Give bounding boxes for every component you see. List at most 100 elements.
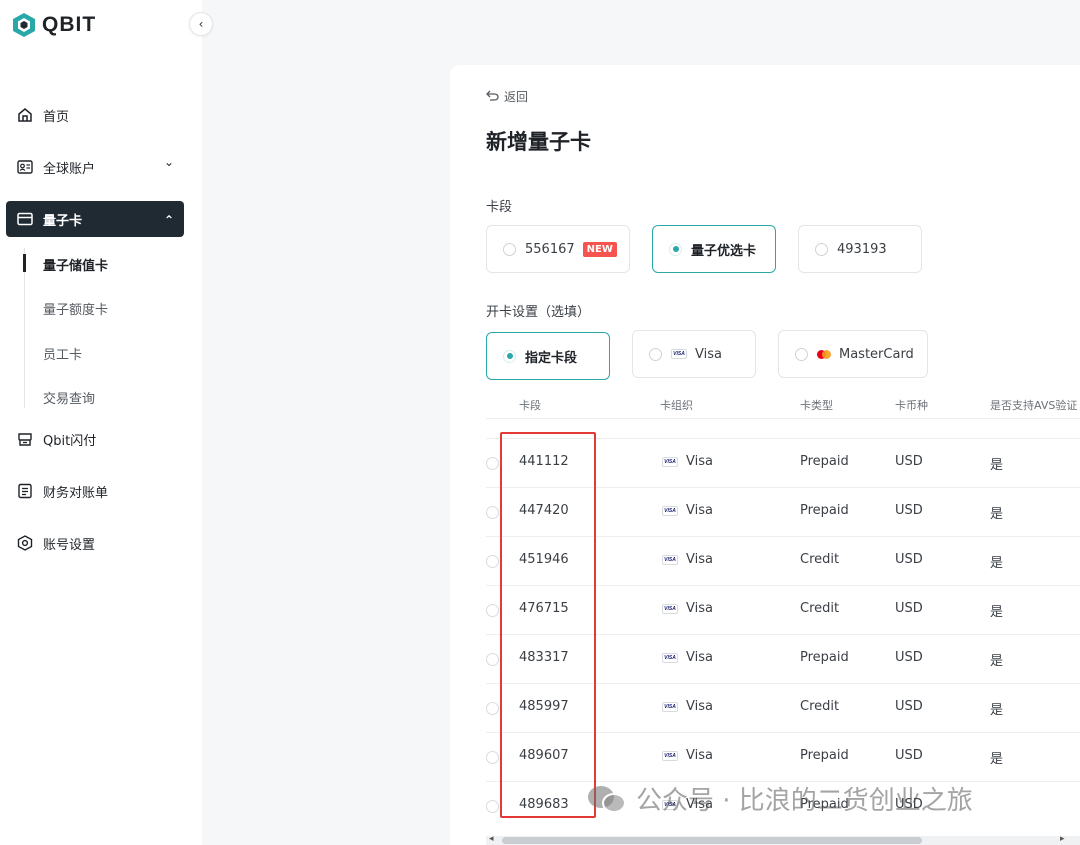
wechat-icon — [588, 783, 628, 815]
segment-option-preferred-card[interactable]: 量子优选卡 — [652, 225, 776, 273]
radio-unchecked — [815, 242, 828, 256]
page-title: 新增量子卡 — [486, 130, 591, 154]
cell-network: Visa — [686, 454, 713, 469]
row-radio[interactable] — [486, 506, 499, 519]
setting-option-mastercard[interactable]: MasterCard — [778, 330, 928, 378]
radio-unchecked — [503, 242, 516, 256]
back-label: 返回 — [504, 90, 529, 104]
cell-type: Credit — [800, 552, 840, 567]
cell-currency: USD — [895, 552, 923, 567]
cell-currency: USD — [895, 699, 923, 714]
submenu-active-marker — [23, 254, 26, 272]
cell-currency: USD — [895, 601, 923, 616]
setting-option-visa[interactable]: VISA Visa — [632, 330, 756, 378]
nav-qbit-quickpay-label: Qbit闪付 — [43, 433, 97, 449]
back-link[interactable]: 返回 — [486, 88, 528, 105]
home-icon — [16, 106, 34, 124]
segment-option-493193[interactable]: 493193 — [798, 225, 922, 273]
nav-qbit-quickpay[interactable]: Qbit闪付 — [6, 421, 184, 457]
row-radio[interactable] — [486, 604, 499, 617]
account-card-icon — [16, 158, 34, 176]
row-radio[interactable] — [486, 555, 499, 568]
col-header-network[interactable]: 卡组织 — [660, 397, 693, 413]
mastercard-logo-icon — [817, 349, 831, 359]
cell-avs: 是 — [990, 703, 1004, 718]
chevron-left-icon: ‹ — [198, 17, 204, 31]
segment-option-label: 量子优选卡 — [691, 243, 757, 259]
segment-option-label: 556167 — [525, 241, 575, 257]
app-logo[interactable]: QBIT — [12, 12, 96, 38]
visa-logo-icon: VISA — [662, 456, 678, 467]
cell-type: Prepaid — [800, 650, 849, 665]
back-arrow-icon — [486, 90, 499, 104]
segment-option-556167[interactable]: 556167 NEW — [486, 225, 630, 273]
row-radio[interactable] — [486, 800, 499, 813]
statement-icon — [16, 482, 34, 500]
logo-text: QBIT — [42, 13, 97, 36]
cell-avs: 是 — [990, 752, 1004, 767]
nav-home[interactable]: 首页 — [6, 97, 184, 133]
cell-currency: USD — [895, 748, 923, 763]
quickpay-icon — [16, 430, 34, 448]
cell-type: Prepaid — [800, 454, 849, 469]
scrollbar-thumb[interactable] — [502, 837, 922, 844]
cell-type: Credit — [800, 699, 840, 714]
setting-option-label: 指定卡段 — [525, 350, 578, 366]
section-label-segment: 卡段 — [486, 200, 513, 215]
sidebar-collapse-button[interactable]: ‹ — [189, 12, 213, 36]
cell-currency: USD — [895, 650, 923, 665]
nav-finance-statement-label: 财务对账单 — [43, 485, 109, 501]
nav-account-settings[interactable]: 账号设置 — [6, 525, 184, 561]
visa-logo-icon: VISA — [662, 554, 678, 565]
nav-home-label: 首页 — [43, 109, 70, 125]
nav-global-account-label: 全球账户 — [43, 161, 96, 177]
col-header-segment[interactable]: 卡段 — [519, 397, 541, 413]
chevron-up-icon[interactable]: ⌃ — [164, 213, 174, 227]
row-radio[interactable] — [486, 751, 499, 764]
cell-network: Visa — [686, 503, 713, 518]
row-radio[interactable] — [486, 653, 499, 666]
visa-logo-icon: VISA — [662, 603, 678, 614]
card-icon — [16, 210, 34, 228]
cell-avs: 是 — [990, 556, 1004, 571]
scroll-right-icon[interactable]: ▸ — [1060, 834, 1065, 844]
segment-option-label: 493193 — [837, 241, 887, 257]
col-header-currency[interactable]: 卡币种 — [895, 397, 928, 413]
subnav-credit-limit-card[interactable]: 量子额度卡 — [43, 299, 108, 318]
setting-option-label: MasterCard — [839, 346, 914, 362]
horizontal-scrollbar[interactable]: ◂ ▸ — [486, 834, 1080, 845]
row-radio[interactable] — [486, 457, 499, 470]
visa-logo-icon: VISA — [671, 349, 687, 359]
subnav-employee-card[interactable]: 员工卡 — [43, 344, 82, 363]
col-header-type[interactable]: 卡类型 — [800, 397, 833, 413]
nav-quantum-card-label: 量子卡 — [43, 213, 83, 229]
nav-global-account[interactable]: 全球账户 ⌄ — [6, 149, 184, 185]
setting-option-specify-segment[interactable]: 指定卡段 — [486, 332, 610, 380]
section-label-card-settings: 开卡设置（选填） — [486, 305, 591, 320]
row-radio[interactable] — [486, 702, 499, 715]
table-header-divider — [486, 418, 1080, 419]
cell-network: Visa — [686, 601, 713, 616]
new-badge: NEW — [582, 241, 617, 257]
visa-logo-icon: VISA — [662, 652, 678, 663]
cell-type: Credit — [800, 601, 840, 616]
visa-logo-icon: VISA — [662, 701, 678, 712]
visa-logo-icon: VISA — [662, 750, 678, 761]
setting-option-label: Visa — [695, 346, 722, 362]
nav-finance-statement[interactable]: 财务对账单 — [6, 473, 184, 509]
cell-currency: USD — [895, 503, 923, 518]
cell-avs: 是 — [990, 458, 1004, 473]
cell-currency: USD — [895, 454, 923, 469]
cell-network: Visa — [686, 699, 713, 714]
highlight-annotation-box — [500, 432, 596, 818]
col-header-avs[interactable]: 是否支持AVS验证 — [990, 397, 1077, 413]
scroll-left-icon[interactable]: ◂ — [489, 834, 494, 844]
chevron-down-icon[interactable]: ⌄ — [164, 155, 174, 169]
cell-type: Prepaid — [800, 503, 849, 518]
subnav-stored-value-card[interactable]: 量子储值卡 — [43, 255, 108, 274]
subnav-transaction-query[interactable]: 交易查询 — [43, 388, 95, 407]
watermark-text: 公众号 · 比浪的二货创业之旅 — [636, 786, 973, 816]
cell-network: Visa — [686, 650, 713, 665]
radio-unchecked — [649, 347, 662, 361]
nav-quantum-card[interactable]: 量子卡 ⌃ — [6, 201, 184, 237]
